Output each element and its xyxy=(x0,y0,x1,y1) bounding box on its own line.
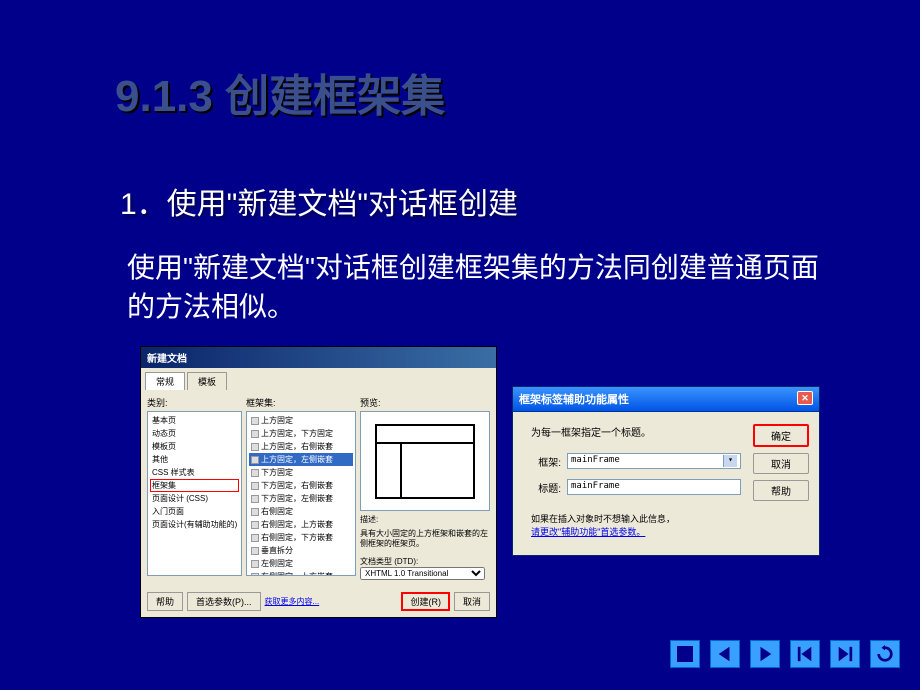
dtd-select[interactable]: XHTML 1.0 Transitional xyxy=(360,567,485,580)
list-item[interactable]: 左侧固定，上方嵌套 xyxy=(249,570,353,576)
slide-body: 使用"新建文档"对话框创建框架集的方法同创建普通页面的方法相似。 xyxy=(127,248,820,326)
list-item[interactable]: 上方固定，右侧嵌套 xyxy=(249,440,353,453)
frameset-header: 框架集: xyxy=(246,396,356,409)
list-item[interactable]: 模板页 xyxy=(150,440,239,453)
frame-select[interactable]: mainFrame ▾ xyxy=(567,453,741,469)
tab-general[interactable]: 常规 xyxy=(145,372,185,390)
file-icon xyxy=(251,560,259,568)
last-button[interactable] xyxy=(830,640,860,668)
description-label: 描述: xyxy=(360,515,490,525)
list-item[interactable]: 右侧固定，下方嵌套 xyxy=(249,531,353,544)
new-document-dialog: 新建文档 常规 模板 类别: 基本页 动态页 模板页 其他 CSS 样式表 框架… xyxy=(140,346,497,618)
file-icon xyxy=(251,547,259,555)
cancel-button[interactable]: 取消 xyxy=(753,453,809,474)
help-button[interactable]: 帮助 xyxy=(753,480,809,501)
cancel-button[interactable]: 取消 xyxy=(454,592,490,611)
return-button[interactable] xyxy=(870,640,900,668)
tab-template[interactable]: 模板 xyxy=(187,372,227,390)
instruction-text: 为每一框架指定一个标题。 xyxy=(531,424,741,439)
frame-accessibility-dialog: 框架标签辅助功能属性 ✕ 为每一框架指定一个标题。 框架: mainFrame … xyxy=(512,386,820,555)
list-item[interactable]: 下方固定 xyxy=(249,466,353,479)
list-item[interactable]: 上方固定，下方固定 xyxy=(249,427,353,440)
title-label: 标题: xyxy=(531,480,561,495)
last-icon xyxy=(836,645,854,663)
dialog1-titlebar[interactable]: 新建文档 xyxy=(141,347,496,368)
next-button[interactable] xyxy=(750,640,780,668)
list-item[interactable]: 下方固定，左侧嵌套 xyxy=(249,492,353,505)
return-icon xyxy=(876,645,894,663)
first-icon xyxy=(796,645,814,663)
file-icon xyxy=(251,495,259,503)
description-text: 具有大小固定的上方框架和嵌套的左侧框架的框架页。 xyxy=(360,529,490,548)
help-button[interactable]: 帮助 xyxy=(147,592,183,611)
dialog2-title: 框架标签辅助功能属性 xyxy=(519,391,629,407)
list-item[interactable]: 下方固定，右侧嵌套 xyxy=(249,479,353,492)
frameset-preview-icon xyxy=(375,424,475,499)
slide-subtitle: 1．使用"新建文档"对话框创建 xyxy=(120,179,820,223)
slide-nav xyxy=(670,640,900,668)
dtd-label: 文档类型 (DTD): xyxy=(360,556,490,567)
ok-button[interactable]: 确定 xyxy=(753,424,809,447)
list-item[interactable]: 页面设计 (CSS) xyxy=(150,492,239,505)
list-item[interactable]: 垂直拆分 xyxy=(249,544,353,557)
prefs-link[interactable]: 请更改"辅助功能"首选参数。 xyxy=(531,527,645,537)
file-icon xyxy=(251,443,259,451)
frameset-list[interactable]: 上方固定 上方固定，下方固定 上方固定，右侧嵌套 上方固定，左侧嵌套 下方固定 … xyxy=(246,411,356,576)
preview-label: 预览: xyxy=(360,396,490,409)
list-item[interactable]: CSS 样式表 xyxy=(150,466,239,479)
list-item[interactable]: 基本页 xyxy=(150,414,239,427)
file-icon xyxy=(251,482,259,490)
create-button[interactable]: 创建(R) xyxy=(401,592,450,611)
note-text: 如果在插入对象时不想输入此信息， 请更改"辅助功能"首选参数。 xyxy=(531,513,741,538)
list-item-frameset[interactable]: 框架集 xyxy=(150,479,239,492)
file-icon xyxy=(251,521,259,529)
prefs-button[interactable]: 首选参数(P)... xyxy=(187,592,261,611)
prev-icon xyxy=(716,645,734,663)
close-icon[interactable]: ✕ xyxy=(797,391,813,405)
list-item[interactable]: 左侧固定 xyxy=(249,557,353,570)
category-list[interactable]: 基本页 动态页 模板页 其他 CSS 样式表 框架集 页面设计 (CSS) 入门… xyxy=(147,411,242,576)
file-icon xyxy=(251,456,259,464)
file-icon xyxy=(251,534,259,542)
file-icon xyxy=(251,430,259,438)
title-input[interactable]: mainFrame xyxy=(567,479,741,495)
first-button[interactable] xyxy=(790,640,820,668)
list-item[interactable]: 右侧固定，上方嵌套 xyxy=(249,518,353,531)
frame-label: 框架: xyxy=(531,454,561,469)
list-item[interactable]: 动态页 xyxy=(150,427,239,440)
dialog2-titlebar[interactable]: 框架标签辅助功能属性 ✕ xyxy=(513,387,819,412)
list-item[interactable]: 入门页面 xyxy=(150,505,239,518)
next-icon xyxy=(756,645,774,663)
list-item-selected[interactable]: 上方固定，左侧嵌套 xyxy=(249,453,353,466)
category-header: 类别: xyxy=(147,396,242,409)
stop-icon xyxy=(677,646,693,662)
file-icon xyxy=(251,469,259,477)
slide-heading: 9.1.3 创建框架集 xyxy=(115,60,820,124)
list-item[interactable]: 其他 xyxy=(150,453,239,466)
file-icon xyxy=(251,508,259,516)
file-icon xyxy=(251,417,259,425)
more-content-link[interactable]: 获取更多内容... xyxy=(265,596,320,607)
chevron-down-icon[interactable]: ▾ xyxy=(723,455,737,467)
list-item[interactable]: 右侧固定 xyxy=(249,505,353,518)
stop-button[interactable] xyxy=(670,640,700,668)
prev-button[interactable] xyxy=(710,640,740,668)
list-item[interactable]: 页面设计(有辅助功能的) xyxy=(150,518,239,531)
preview-pane xyxy=(360,411,490,511)
file-icon xyxy=(251,573,259,576)
list-item[interactable]: 上方固定 xyxy=(249,414,353,427)
